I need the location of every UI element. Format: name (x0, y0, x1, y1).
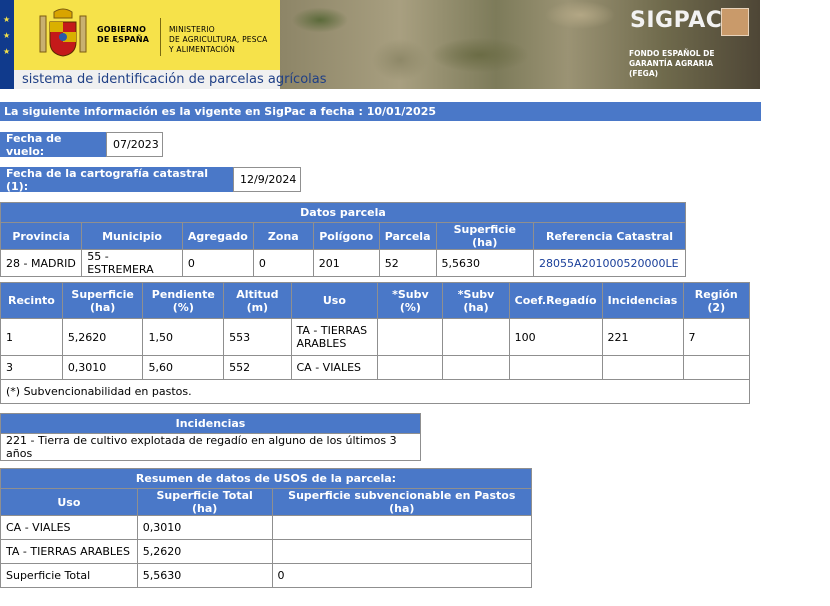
superficie-cell: 5,5630 (435, 249, 535, 277)
table-row: Superficie Total 5,5630 0 (0, 563, 533, 588)
col-header: *Subv (%) (377, 282, 444, 319)
ministry-line: Y ALIMENTACIÓN (169, 45, 236, 54)
header-banner: ★ ★ ★ GOBIERNO DE ESPAÑA MINISTERIO DE A… (0, 0, 760, 89)
uso-cell: TA - TIERRAS ARABLES (0, 539, 138, 564)
col-header: Polígono (312, 222, 380, 250)
fega-line: GARANTÍA AGRARIA (629, 59, 714, 68)
col-header: Recinto (0, 282, 63, 319)
col-header: Agregado (181, 222, 254, 250)
col-header: Incidencias (601, 282, 684, 319)
usos-table: Resumen de datos de USOS de la parcela: … (0, 468, 533, 588)
col-header: Uso (290, 282, 379, 319)
col-header: Coef.Regadío (508, 282, 603, 319)
col-header: Uso (0, 488, 138, 516)
superficie-total-cell: 5,5630 (136, 563, 273, 588)
col-header: Altitud (m) (223, 282, 292, 319)
col-header: Parcela (378, 222, 437, 250)
col-header: Municipio (81, 222, 183, 250)
subv-ha-cell (442, 355, 510, 380)
col-header: Pendiente (%) (142, 282, 225, 319)
uso-cell: Superficie Total (0, 563, 138, 588)
table-row: 3 0,3010 5,60 552 CA - VIALES (0, 355, 750, 380)
superficie-total-cell: 0,3010 (136, 515, 273, 540)
ministry-text: MINISTERIO DE AGRICULTURA, PESCA Y ALIME… (169, 25, 267, 55)
col-header: Zona (252, 222, 314, 250)
pendiente-cell: 5,60 (142, 355, 225, 380)
fega-text: FONDO ESPAÑOL DE GARANTÍA AGRARIA (FEGA) (629, 49, 759, 79)
parcela-cell: 52 (378, 249, 437, 277)
superficie-pastos-cell (271, 539, 533, 564)
datos-parcela-table: Datos parcela Provincia Municipio Agrega… (0, 202, 686, 277)
subv-pct-cell (377, 318, 444, 356)
recinto-cell: 1 (0, 318, 63, 356)
recinto-cell: 3 (0, 355, 63, 380)
poligono-cell: 201 (312, 249, 380, 277)
uso-cell: TA - TIERRAS ARABLES (290, 318, 379, 356)
ministry-line: DE AGRICULTURA, PESCA (169, 35, 268, 44)
region-cell: 7 (682, 318, 750, 356)
col-header: Superficie subvencionable en Pastos (ha) (271, 488, 533, 516)
info-bar: La siguiente información es la vigente e… (0, 102, 761, 121)
sigpac-logo: SIGPAC (630, 8, 750, 38)
eu-flag: ★ ★ ★ (0, 0, 14, 70)
pendiente-cell: 1,50 (142, 318, 225, 356)
superficie-cell: 0,3010 (61, 355, 144, 380)
subtitle-bar-accent (0, 70, 14, 89)
fecha-vuelo-label: Fecha de vuelo: (0, 132, 106, 158)
incidencia-text: 221 - Tierra de cultivo explotada de reg… (0, 433, 421, 461)
system-subtitle: sistema de identificación de parcelas ag… (22, 72, 327, 87)
altitud-cell: 552 (223, 355, 292, 380)
superficie-pastos-cell (271, 515, 533, 540)
col-header: *Subv (ha) (442, 282, 510, 319)
col-header: Provincia (0, 222, 83, 250)
incidencias-cell: 221 (601, 318, 684, 356)
col-header: Superficie (ha) (61, 282, 144, 319)
region-cell (682, 355, 750, 380)
col-header: Región (2) (682, 282, 750, 319)
coef-regadio-cell (508, 355, 603, 380)
incidencias-cell (601, 355, 684, 380)
table-row: 28 - MADRID 55 - ESTREMERA 0 0 201 52 5,… (0, 249, 686, 277)
fecha-cartografia-value: 12/9/2024 (233, 167, 301, 192)
referencia-catastral-cell: 28055A201000520000LE (533, 249, 686, 277)
gobierno-text: GOBIERNO DE ESPAÑA (97, 25, 149, 45)
provincia-cell: 28 - MADRID (0, 249, 83, 277)
uso-cell: CA - VIALES (290, 355, 379, 380)
fecha-cartografia-label: Fecha de la cartografía catastral (1): (0, 167, 233, 193)
sigpac-mark-icon (721, 8, 749, 36)
subv-pct-cell (377, 355, 444, 380)
subv-ha-cell (442, 318, 510, 356)
table-row: TA - TIERRAS ARABLES 5,2620 (0, 539, 533, 564)
table-row: 1 5,2620 1,50 553 TA - TIERRAS ARABLES 1… (0, 318, 750, 356)
incidencias-table: Incidencias 221 - Tierra de cultivo expl… (0, 413, 421, 461)
col-header: Superficie (ha) (435, 222, 535, 250)
referencia-catastral-link[interactable]: 28055A201000520000LE (539, 257, 679, 270)
superficie-cell: 5,2620 (61, 318, 144, 356)
datos-parcela-title: Datos parcela (0, 202, 686, 223)
table-row: CA - VIALES 0,3010 (0, 515, 533, 540)
uso-cell: CA - VIALES (0, 515, 138, 540)
sigpac-logo-text: SIGPAC (630, 8, 723, 33)
footnote: (*) Subvencionabilidad en pastos. (0, 379, 750, 404)
usos-title: Resumen de datos de USOS de la parcela: (0, 468, 532, 489)
coef-regadio-cell: 100 (508, 318, 603, 356)
agregado-cell: 0 (181, 249, 254, 277)
superficie-pastos-cell: 0 (271, 563, 533, 588)
municipio-cell: 55 - ESTREMERA (81, 249, 183, 277)
ministry-line: MINISTERIO (169, 25, 215, 34)
coat-of-arms-icon (39, 8, 87, 57)
fega-line: (FEGA) (629, 69, 659, 78)
incidencias-title: Incidencias (0, 413, 421, 434)
col-header: Superficie Total (ha) (136, 488, 273, 516)
gov-line: GOBIERNO (97, 25, 147, 34)
superficie-total-cell: 5,2620 (136, 539, 273, 564)
col-header: Referencia Catastral (533, 222, 686, 250)
divider (160, 18, 161, 56)
altitud-cell: 553 (223, 318, 292, 356)
fecha-vuelo-value: 07/2023 (106, 132, 163, 157)
gov-line: DE ESPAÑA (97, 35, 150, 44)
recintos-table: Recinto Superficie (ha) Pendiente (%) Al… (0, 282, 750, 404)
zona-cell: 0 (252, 249, 314, 277)
fega-line: FONDO ESPAÑOL DE (629, 49, 715, 58)
